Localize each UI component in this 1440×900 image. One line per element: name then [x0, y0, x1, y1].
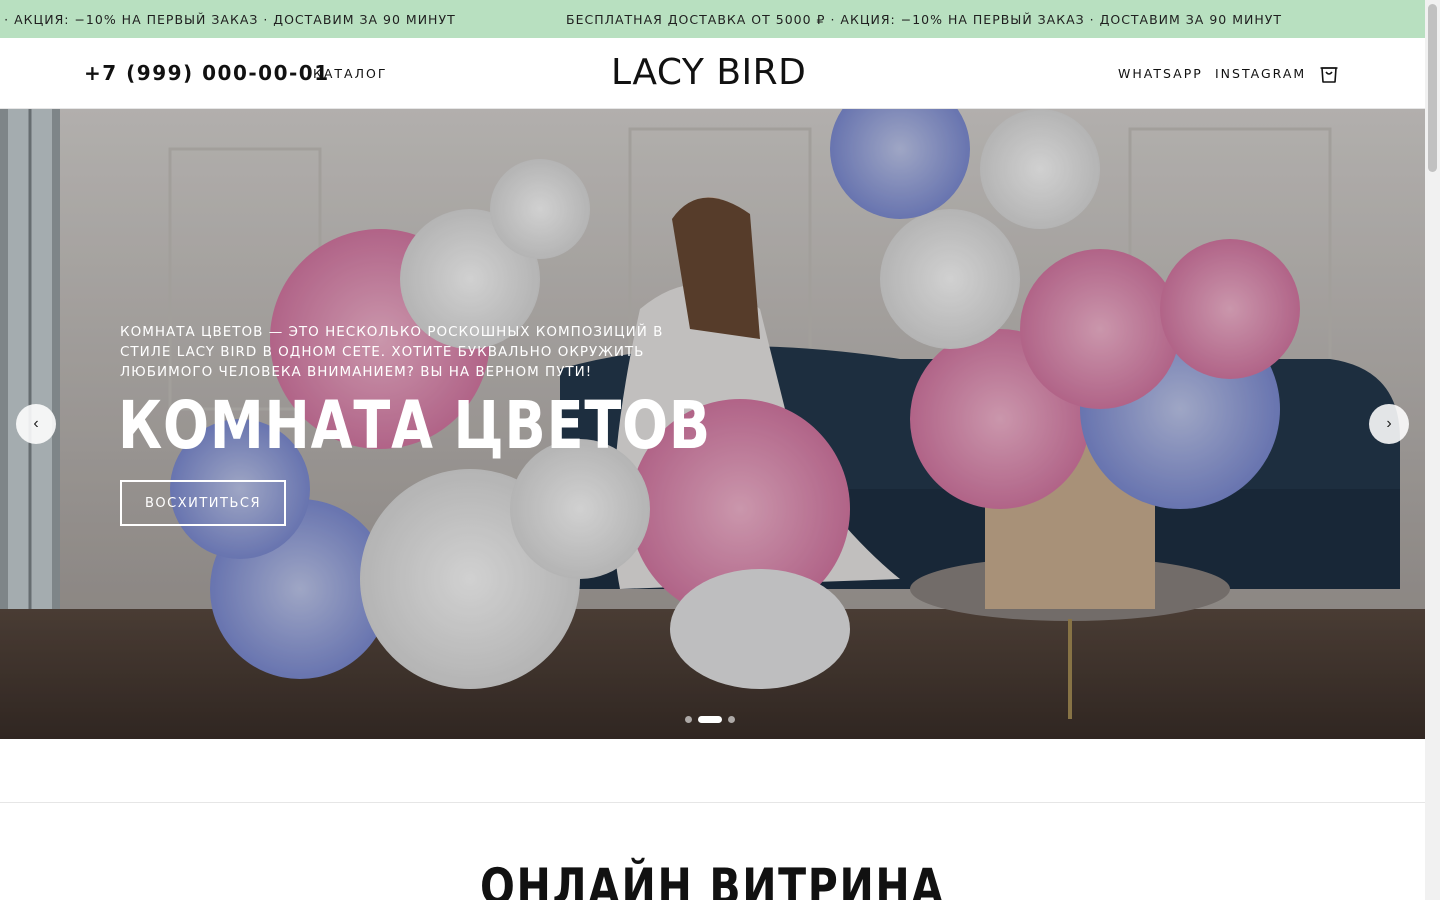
shopping-bag-icon[interactable] [1318, 62, 1340, 84]
announcement-text: БЕСПЛАТНАЯ ДОСТАВКА ОТ 5000 ₽ · АКЦИЯ: −… [566, 12, 1282, 27]
nav-catalog-link[interactable]: КАТАЛОГ [313, 66, 387, 81]
announcement-text: ОТ 5000 ₽ · АКЦИЯ: −10% НА ПЕРВЫЙ ЗАКАЗ … [0, 12, 456, 27]
phone-link[interactable]: +7 (999) 000-00-01 [84, 61, 330, 85]
hero-description: КОМНАТА ЦВЕТОВ — ЭТО НЕСКОЛЬКО РОСКОШНЫХ… [120, 324, 664, 380]
hero-cta-button[interactable]: ВОСХИТИТЬСЯ [120, 480, 286, 526]
hero-slider: КОМНАТА ЦВЕТОВ — ЭТО НЕСКОЛЬКО РОСКОШНЫХ… [0, 109, 1425, 739]
page-scrollbar[interactable] [1425, 0, 1440, 900]
site-header: +7 (999) 000-00-01 КАТАЛОГ LACY BIRD WHA… [0, 38, 1425, 109]
site-logo[interactable]: LACY BIRD [611, 52, 806, 93]
hero-title: КОМНАТА ЦВЕТОВ [118, 387, 712, 464]
nav-whatsapp-link[interactable]: WHATSAPP [1118, 66, 1203, 81]
slider-prev-button[interactable]: ‹ [16, 404, 56, 444]
slider-next-button[interactable]: › [1369, 404, 1409, 444]
slider-dot[interactable] [728, 715, 735, 723]
chevron-left-icon: ‹ [33, 415, 39, 432]
section-divider [0, 802, 1425, 803]
slider-dots [685, 715, 735, 723]
chevron-right-icon: › [1386, 415, 1392, 432]
slider-dot-active[interactable] [698, 715, 722, 723]
announcement-bar: ОТ 5000 ₽ · АКЦИЯ: −10% НА ПЕРВЫЙ ЗАКАЗ … [0, 0, 1425, 38]
slider-dot[interactable] [685, 715, 692, 723]
section-title: ОНЛАЙН ВИТРИНА [0, 858, 1425, 900]
section-title-text: ОНЛАЙН ВИТРИНА [480, 858, 945, 900]
scrollbar-thumb[interactable] [1428, 4, 1437, 172]
nav-instagram-link[interactable]: INSTAGRAM [1215, 66, 1306, 81]
